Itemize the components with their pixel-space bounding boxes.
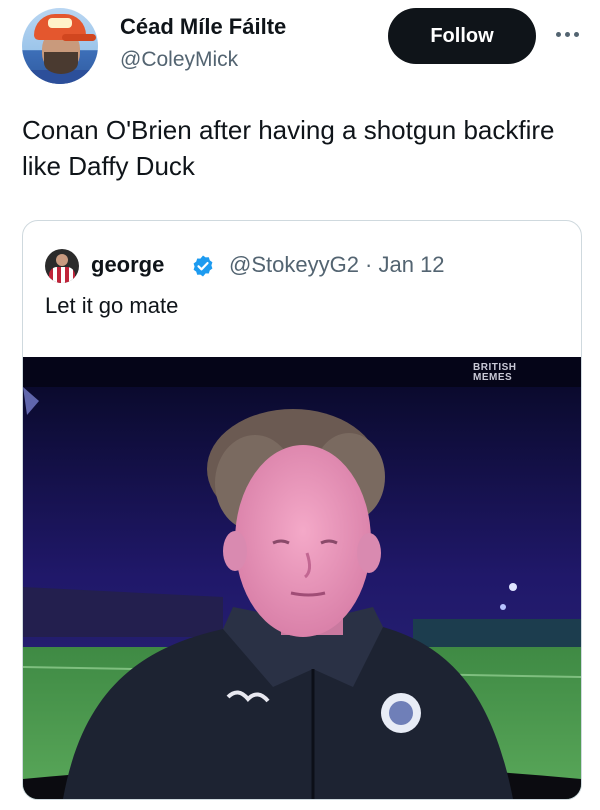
quoted-author-handle-date: @StokeyyG2 · Jan 12 (229, 252, 445, 277)
author-avatar[interactable] (22, 8, 98, 84)
quoted-tweet-card[interactable]: george @StokeyyG2 · Jan 12 Let it go mat… (22, 220, 582, 800)
quoted-tweet-text: Let it go mate (45, 293, 179, 318)
quoted-tweet-header: george @StokeyyG2 · Jan 12 (45, 249, 565, 283)
quoted-tweet-photo[interactable]: BRITISH MEMES (23, 357, 581, 799)
author-display-name[interactable]: Céad Míle Fáilte (120, 14, 286, 40)
watermark-text: BRITISH MEMES (473, 362, 517, 383)
more-horizontal-icon[interactable] (550, 24, 584, 44)
tweet-text: Conan O'Brien after having a shotgun bac… (22, 115, 555, 181)
quoted-author-avatar (45, 249, 79, 283)
follow-button[interactable]: Follow (388, 8, 536, 64)
author-handle[interactable]: @ColeyMick (120, 48, 238, 72)
verified-badge-icon (193, 255, 213, 277)
tweet-header: Céad Míle Fáilte @ColeyMick Follow (22, 8, 582, 88)
quoted-author-display-name: george (91, 252, 165, 277)
